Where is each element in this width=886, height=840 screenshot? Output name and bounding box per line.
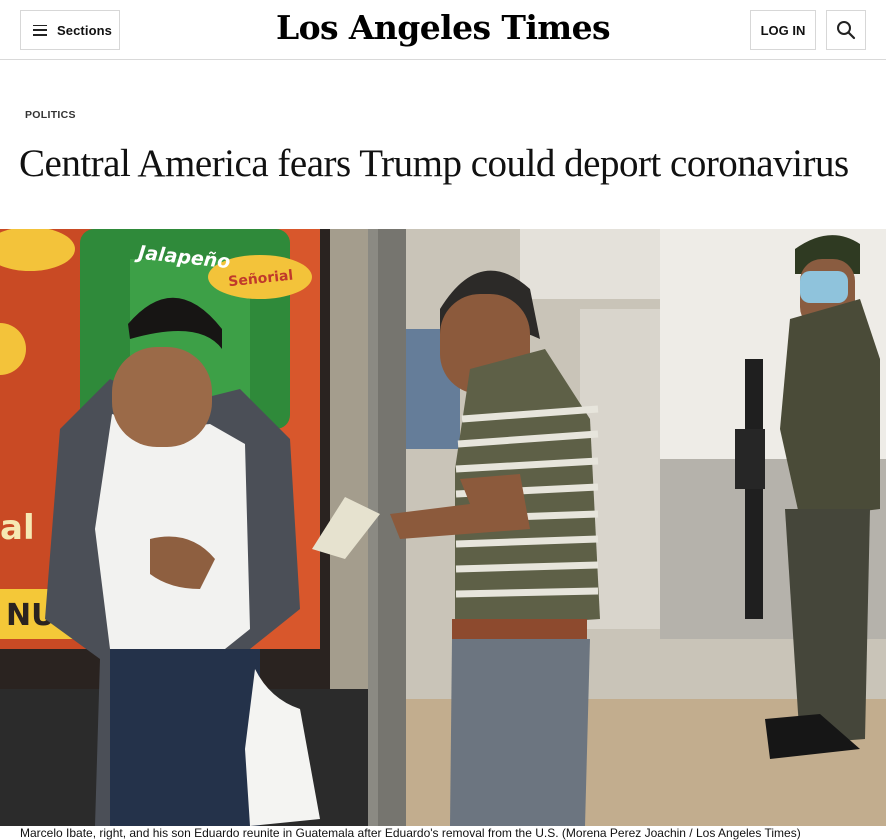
site-header: Sections Los Angeles Times LOG IN <box>0 0 886 60</box>
search-icon <box>837 21 856 40</box>
section-kicker[interactable]: POLITICS <box>25 109 76 121</box>
lead-photo: Jalapeño Señorial NUEV al <box>0 229 886 826</box>
login-button[interactable]: LOG IN <box>750 10 816 50</box>
photo-caption: Marcelo Ibate, right, and his son Eduard… <box>20 826 801 840</box>
sign-text-fragment-left: al <box>0 508 35 548</box>
article-headline: Central America fears Trump could deport… <box>19 142 849 185</box>
search-button[interactable] <box>826 10 866 50</box>
